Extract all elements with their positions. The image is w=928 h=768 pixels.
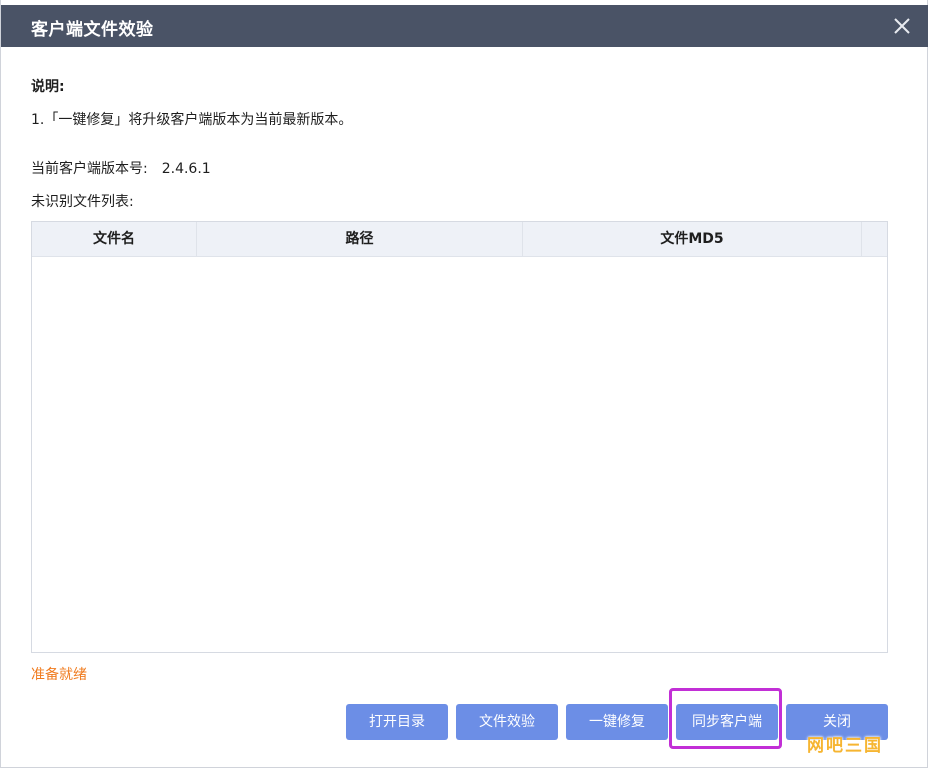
status-text: 准备就绪: [31, 667, 87, 683]
client-version-value: 2.4.6.1: [161, 161, 211, 177]
column-header-path[interactable]: 路径: [197, 222, 523, 256]
sync-client-button[interactable]: 同步客户端: [676, 704, 778, 740]
column-header-filename[interactable]: 文件名: [32, 222, 197, 256]
open-directory-button[interactable]: 打开目录: [346, 704, 448, 740]
table-header: 文件名 路径 文件MD5: [32, 222, 887, 257]
file-verify-dialog: 客户端文件效验 说明: 1.「一键修复」将升级客户端版本为当前最新版本。 当前客…: [0, 0, 928, 768]
verify-files-button[interactable]: 文件效验: [456, 704, 558, 740]
description-label: 说明:: [31, 79, 65, 95]
column-header-filler: [862, 222, 888, 256]
close-icon[interactable]: [889, 13, 915, 39]
one-click-repair-button[interactable]: 一键修复: [566, 704, 668, 740]
watermark-logo: 网吧三国: [807, 736, 883, 756]
client-version-row: 当前客户端版本号: 2.4.6.1: [31, 158, 211, 178]
client-version-label: 当前客户端版本号:: [31, 161, 148, 177]
description-line-1: 1.「一键修复」将升级客户端版本为当前最新版本。: [31, 112, 353, 128]
title-bar: 客户端文件效验: [1, 5, 928, 47]
window-title: 客户端文件效验: [31, 20, 154, 40]
unrecognized-files-caption: 未识别文件列表:: [31, 194, 134, 210]
table-body[interactable]: [32, 256, 887, 652]
column-header-md5[interactable]: 文件MD5: [523, 222, 862, 256]
unrecognized-files-table[interactable]: 文件名 路径 文件MD5: [31, 221, 888, 653]
